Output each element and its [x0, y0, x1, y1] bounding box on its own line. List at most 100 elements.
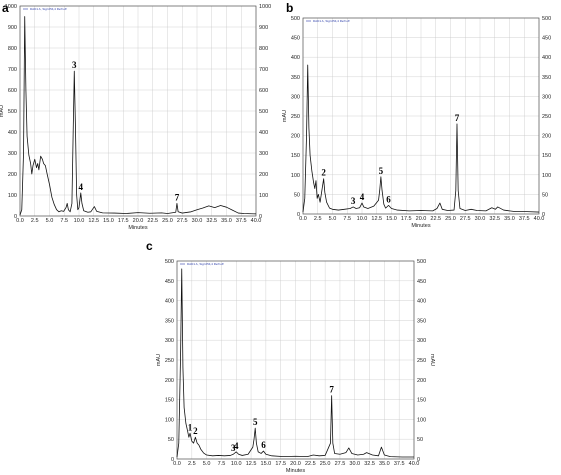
- x-tick-label: 5.0: [203, 461, 211, 467]
- x-tick-label: 20.0: [416, 216, 427, 222]
- peak-label: 5: [253, 417, 258, 427]
- x-tick-label: 35.0: [221, 218, 232, 224]
- y-tick-label-right: 0: [259, 214, 262, 220]
- x-tick-label: 25.0: [320, 461, 331, 467]
- y-tick-label-left: 300: [165, 338, 174, 344]
- panel-letter: c: [146, 239, 153, 253]
- y-tick-label-right: 100: [542, 173, 551, 179]
- peak-label: 6: [386, 194, 391, 204]
- y-tick-label-right: 100: [259, 193, 268, 199]
- y-tick-label-left: 400: [8, 130, 17, 136]
- x-tick-label: 32.5: [206, 218, 217, 224]
- y-tick-label-left: 450: [165, 279, 174, 285]
- x-tick-label: 22.5: [305, 461, 316, 467]
- x-tick-label: 37.5: [394, 461, 405, 467]
- x-axis-label: Minutes: [286, 468, 306, 474]
- y-tick-label-right: 450: [417, 279, 426, 285]
- y-tick-label-right: 500: [542, 16, 551, 22]
- x-tick-label: 30.0: [192, 218, 203, 224]
- y-tick-label-left: 0: [297, 212, 300, 218]
- y-tick-label-right: 450: [542, 36, 551, 42]
- y-tick-label-left: 700: [8, 67, 17, 73]
- legend-label: DAD1 A, Sig=254,4 Ref=off: [313, 19, 350, 23]
- peak-label: 2: [321, 168, 326, 178]
- x-tick-label: 17.5: [118, 218, 129, 224]
- y-tick-label-right: 700: [259, 67, 268, 73]
- x-tick-label: 15.0: [261, 461, 272, 467]
- y-tick-label-right: 350: [417, 318, 426, 324]
- y-tick-label-left: 900: [8, 25, 17, 31]
- x-tick-label: 17.5: [401, 216, 412, 222]
- y-tick-label-left: 600: [8, 88, 17, 94]
- x-tick-label: 37.5: [236, 218, 247, 224]
- y-tick-label-left: 100: [8, 193, 17, 199]
- x-tick-label: 27.5: [335, 461, 346, 467]
- y-tick-label-left: 50: [294, 192, 300, 198]
- y-tick-label-left: 350: [291, 75, 300, 81]
- y-tick-label-right: 200: [259, 172, 268, 178]
- y-tick-label-left: 500: [165, 259, 174, 265]
- x-tick-label: 2.5: [31, 218, 39, 224]
- y-tick-label-left: 200: [165, 378, 174, 384]
- x-tick-label: 35.0: [379, 461, 390, 467]
- x-tick-label: 12.5: [371, 216, 382, 222]
- x-tick-label: 2.5: [188, 461, 196, 467]
- chart-panel-a: a0.0 2.5 5.0 7.5 10.0 12.5 15.0 17.5 20.0 22.5 25.…: [0, 1, 271, 231]
- y-tick-label-left: 450: [291, 36, 300, 42]
- grid: [19, 5, 257, 217]
- x-tick-label: 27.5: [177, 218, 188, 224]
- x-tick-label: 30.0: [475, 216, 486, 222]
- x-tick-label: 37.5: [519, 216, 530, 222]
- peak-label: 5: [379, 166, 384, 176]
- y-tick-label-left: 0: [171, 457, 174, 463]
- y-tick-label-left: 400: [165, 299, 174, 305]
- panel-letter: b: [286, 1, 293, 15]
- x-tick-label: 17.5: [275, 461, 286, 467]
- y-tick-label-right: 1000: [259, 4, 271, 10]
- peak-label: 7: [175, 192, 180, 202]
- y-tick-label-right: 300: [259, 151, 268, 157]
- y-axis-label-right: mAU: [429, 354, 435, 366]
- grid: [302, 17, 540, 215]
- y-tick-label-left: 300: [8, 151, 17, 157]
- x-tick-label: 0.0: [173, 461, 181, 467]
- x-axis-label: Minutes: [411, 223, 431, 229]
- peak-label: 1: [188, 422, 193, 432]
- y-tick-label-right: 50: [542, 192, 548, 198]
- chromatogram-figure: a0.0 2.5 5.0 7.5 10.0 12.5 15.0 17.5 20.0 22.5 25.…: [0, 1, 551, 474]
- peak-label: 6: [261, 440, 266, 450]
- legend-label: DAD1 A, Sig=254,4 Ref=off: [187, 262, 224, 266]
- y-tick-label-right: 500: [259, 109, 268, 115]
- x-tick-label: 10.0: [74, 218, 85, 224]
- y-tick-label-right: 50: [417, 437, 423, 443]
- y-tick-label-left: 800: [8, 46, 17, 52]
- y-tick-label-right: 500: [417, 259, 426, 265]
- y-tick-label-left: 400: [291, 55, 300, 61]
- x-tick-label: 7.5: [343, 216, 351, 222]
- x-tick-label: 7.5: [60, 218, 68, 224]
- y-tick-label-left: 500: [291, 16, 300, 22]
- grid: [176, 260, 415, 460]
- y-tick-label-right: 100: [417, 417, 426, 423]
- y-tick-label-right: 350: [542, 75, 551, 81]
- y-tick-label-left: 200: [8, 172, 17, 178]
- y-tick-label-left: 250: [165, 358, 174, 364]
- x-tick-label: 5.0: [329, 216, 337, 222]
- y-tick-label-right: 150: [542, 153, 551, 159]
- y-tick-label-right: 900: [259, 25, 268, 31]
- y-tick-label-right: 250: [542, 114, 551, 120]
- y-tick-label-left: 500: [8, 109, 17, 115]
- x-tick-label: 10.0: [357, 216, 368, 222]
- peak-label: 4: [234, 441, 239, 451]
- x-tick-label: 30.0: [349, 461, 360, 467]
- y-tick-label-right: 600: [259, 88, 268, 94]
- y-tick-label-right: 0: [542, 212, 545, 218]
- y-tick-label-left: 0: [14, 214, 17, 220]
- y-tick-label-left: 250: [291, 114, 300, 120]
- y-tick-label-left: 350: [165, 318, 174, 324]
- x-axis-label: Minutes: [128, 225, 148, 231]
- y-tick-label-left: 100: [291, 173, 300, 179]
- y-tick-label-left: 200: [291, 134, 300, 140]
- x-tick-label: 2.5: [314, 216, 322, 222]
- x-tick-label: 35.0: [504, 216, 515, 222]
